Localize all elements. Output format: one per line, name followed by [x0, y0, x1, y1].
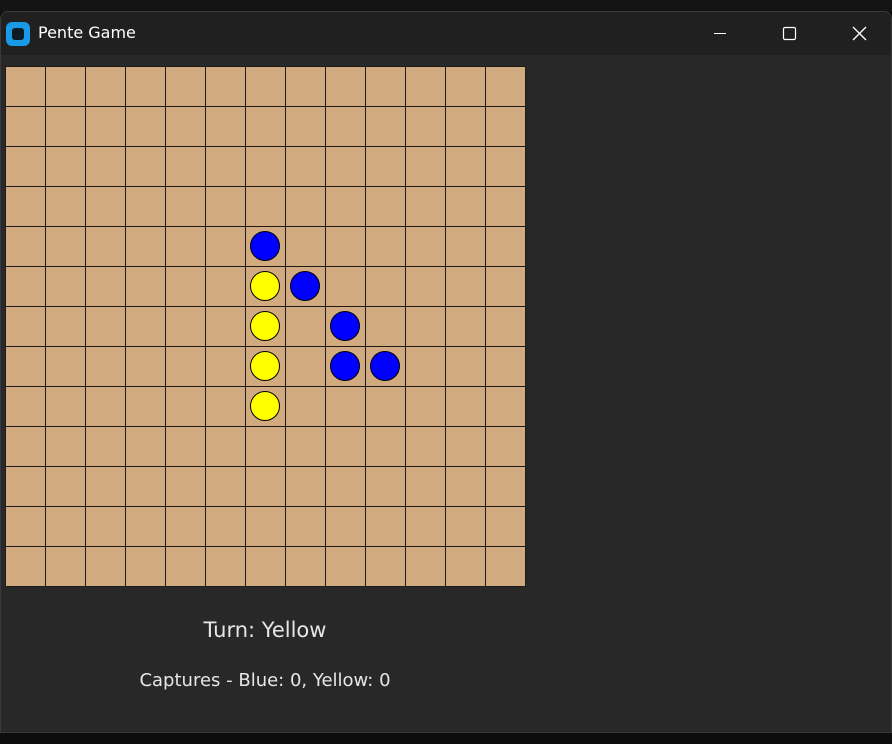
yellow-stone — [250, 351, 280, 381]
title-bar[interactable]: Pente Game — [1, 12, 891, 55]
blue-stone — [370, 351, 400, 381]
captures-counter: Captures - Blue: 0, Yellow: 0 — [139, 670, 391, 691]
blue-stone — [330, 311, 360, 341]
minimize-icon — [714, 33, 726, 34]
maximize-icon — [782, 26, 797, 41]
yellow-stone — [250, 391, 280, 421]
yellow-stone — [250, 271, 280, 301]
blue-stone — [330, 351, 360, 381]
app-window: Pente Game Turn: Yellow Captures - Blue:… — [0, 11, 892, 733]
close-button[interactable] — [825, 12, 891, 55]
blue-stone — [290, 271, 320, 301]
maximize-button[interactable] — [755, 12, 825, 55]
close-icon — [852, 26, 867, 41]
minimize-button[interactable] — [685, 12, 755, 55]
app-icon — [6, 22, 30, 46]
turn-indicator: Turn: Yellow — [203, 618, 327, 642]
game-board[interactable] — [5, 66, 526, 587]
window-title: Pente Game — [38, 23, 136, 42]
blue-stone — [250, 231, 280, 261]
yellow-stone — [250, 311, 280, 341]
